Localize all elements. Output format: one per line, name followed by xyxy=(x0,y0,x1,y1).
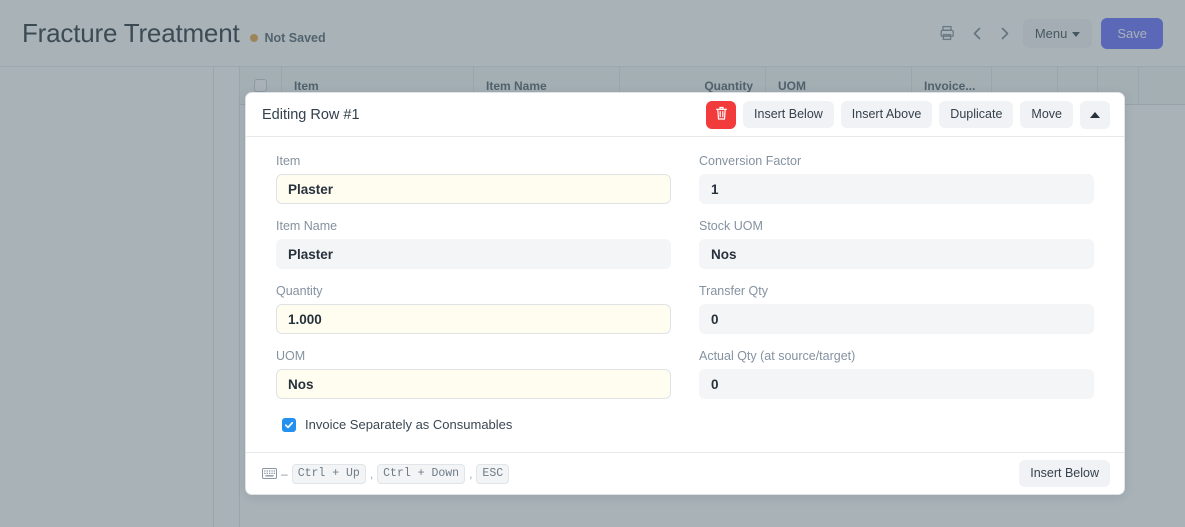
trash-icon xyxy=(715,106,728,124)
edit-row-actions: Insert Below Insert Above Duplicate Move xyxy=(706,100,1110,129)
app-root: Fracture Treatment Not Saved xyxy=(0,0,1185,527)
keyboard-icon xyxy=(262,468,277,479)
field-item-name: Item Name Plaster xyxy=(276,218,671,269)
keyboard-shortcuts: – Ctrl + Up , Ctrl + Down , ESC xyxy=(262,463,510,484)
field-item-name-label: Item Name xyxy=(276,219,338,233)
chevron-up-icon xyxy=(1090,111,1100,118)
edit-row-body: Item Plaster Item Name Plaster Quantity … xyxy=(246,137,1124,452)
edit-row-left-column: Item Plaster Item Name Plaster Quantity … xyxy=(276,153,671,444)
shortcut-esc: ESC xyxy=(476,463,510,484)
quantity-input[interactable]: 1.000 xyxy=(276,304,671,334)
field-quantity: Quantity 1.000 xyxy=(276,283,671,334)
field-item: Item Plaster xyxy=(276,153,671,204)
field-item-label: Item xyxy=(276,154,301,168)
actual-qty-input[interactable]: 0 xyxy=(699,369,1094,399)
field-actual-qty: Actual Qty (at source/target) 0 xyxy=(699,348,1094,399)
edit-row-footer: – Ctrl + Up , Ctrl + Down , ESC Insert B… xyxy=(246,452,1124,494)
field-transfer-qty: Transfer Qty 0 xyxy=(699,283,1094,334)
field-conversion-factor-label: Conversion Factor xyxy=(699,154,802,168)
delete-row-button[interactable] xyxy=(706,100,737,129)
duplicate-button[interactable]: Duplicate xyxy=(939,101,1014,128)
field-uom-label: UOM xyxy=(276,349,306,363)
field-stock-uom: Stock UOM Nos xyxy=(699,218,1094,269)
collapse-row-button[interactable] xyxy=(1080,100,1110,129)
field-stock-uom-label: Stock UOM xyxy=(699,219,763,233)
field-quantity-label: Quantity xyxy=(276,284,323,298)
edit-row-header: Editing Row #1 Insert Below Insert Above… xyxy=(246,93,1124,137)
move-button[interactable]: Move xyxy=(1020,101,1073,128)
footer-insert-below-button[interactable]: Insert Below xyxy=(1019,460,1110,487)
invoice-separately-label: Invoice Separately as Consumables xyxy=(305,417,513,432)
edit-row-right-column: Conversion Factor 1 Stock UOM Nos Transf… xyxy=(699,153,1094,444)
edit-row-panel: Editing Row #1 Insert Below Insert Above… xyxy=(245,92,1125,495)
edit-row-footer-actions: Insert Below xyxy=(1019,460,1110,487)
invoice-separately-checkbox[interactable] xyxy=(282,417,296,432)
insert-below-button[interactable]: Insert Below xyxy=(743,101,834,128)
field-uom: UOM Nos xyxy=(276,348,671,399)
field-transfer-qty-label: Transfer Qty xyxy=(699,284,768,298)
edit-row-title: Editing Row #1 xyxy=(262,106,360,123)
item-input[interactable]: Plaster xyxy=(276,174,671,204)
shortcut-dash: – xyxy=(281,466,288,481)
field-conversion-factor: Conversion Factor 1 xyxy=(699,153,1094,204)
uom-input[interactable]: Nos xyxy=(276,369,671,399)
transfer-qty-input[interactable]: 0 xyxy=(699,304,1094,334)
shortcut-ctrl-up: Ctrl + Up xyxy=(291,463,366,484)
insert-above-button[interactable]: Insert Above xyxy=(840,101,933,128)
invoice-separately-checkbox-row[interactable]: Invoice Separately as Consumables xyxy=(276,413,671,444)
item-name-input[interactable]: Plaster xyxy=(276,239,671,269)
shortcut-separator-2: , xyxy=(469,466,473,481)
conversion-factor-input[interactable]: 1 xyxy=(699,174,1094,204)
shortcut-separator-1: , xyxy=(369,466,374,481)
field-actual-qty-label: Actual Qty (at source/target) xyxy=(699,349,856,363)
shortcut-ctrl-down: Ctrl + Down xyxy=(377,463,466,484)
stock-uom-input[interactable]: Nos xyxy=(699,239,1094,269)
